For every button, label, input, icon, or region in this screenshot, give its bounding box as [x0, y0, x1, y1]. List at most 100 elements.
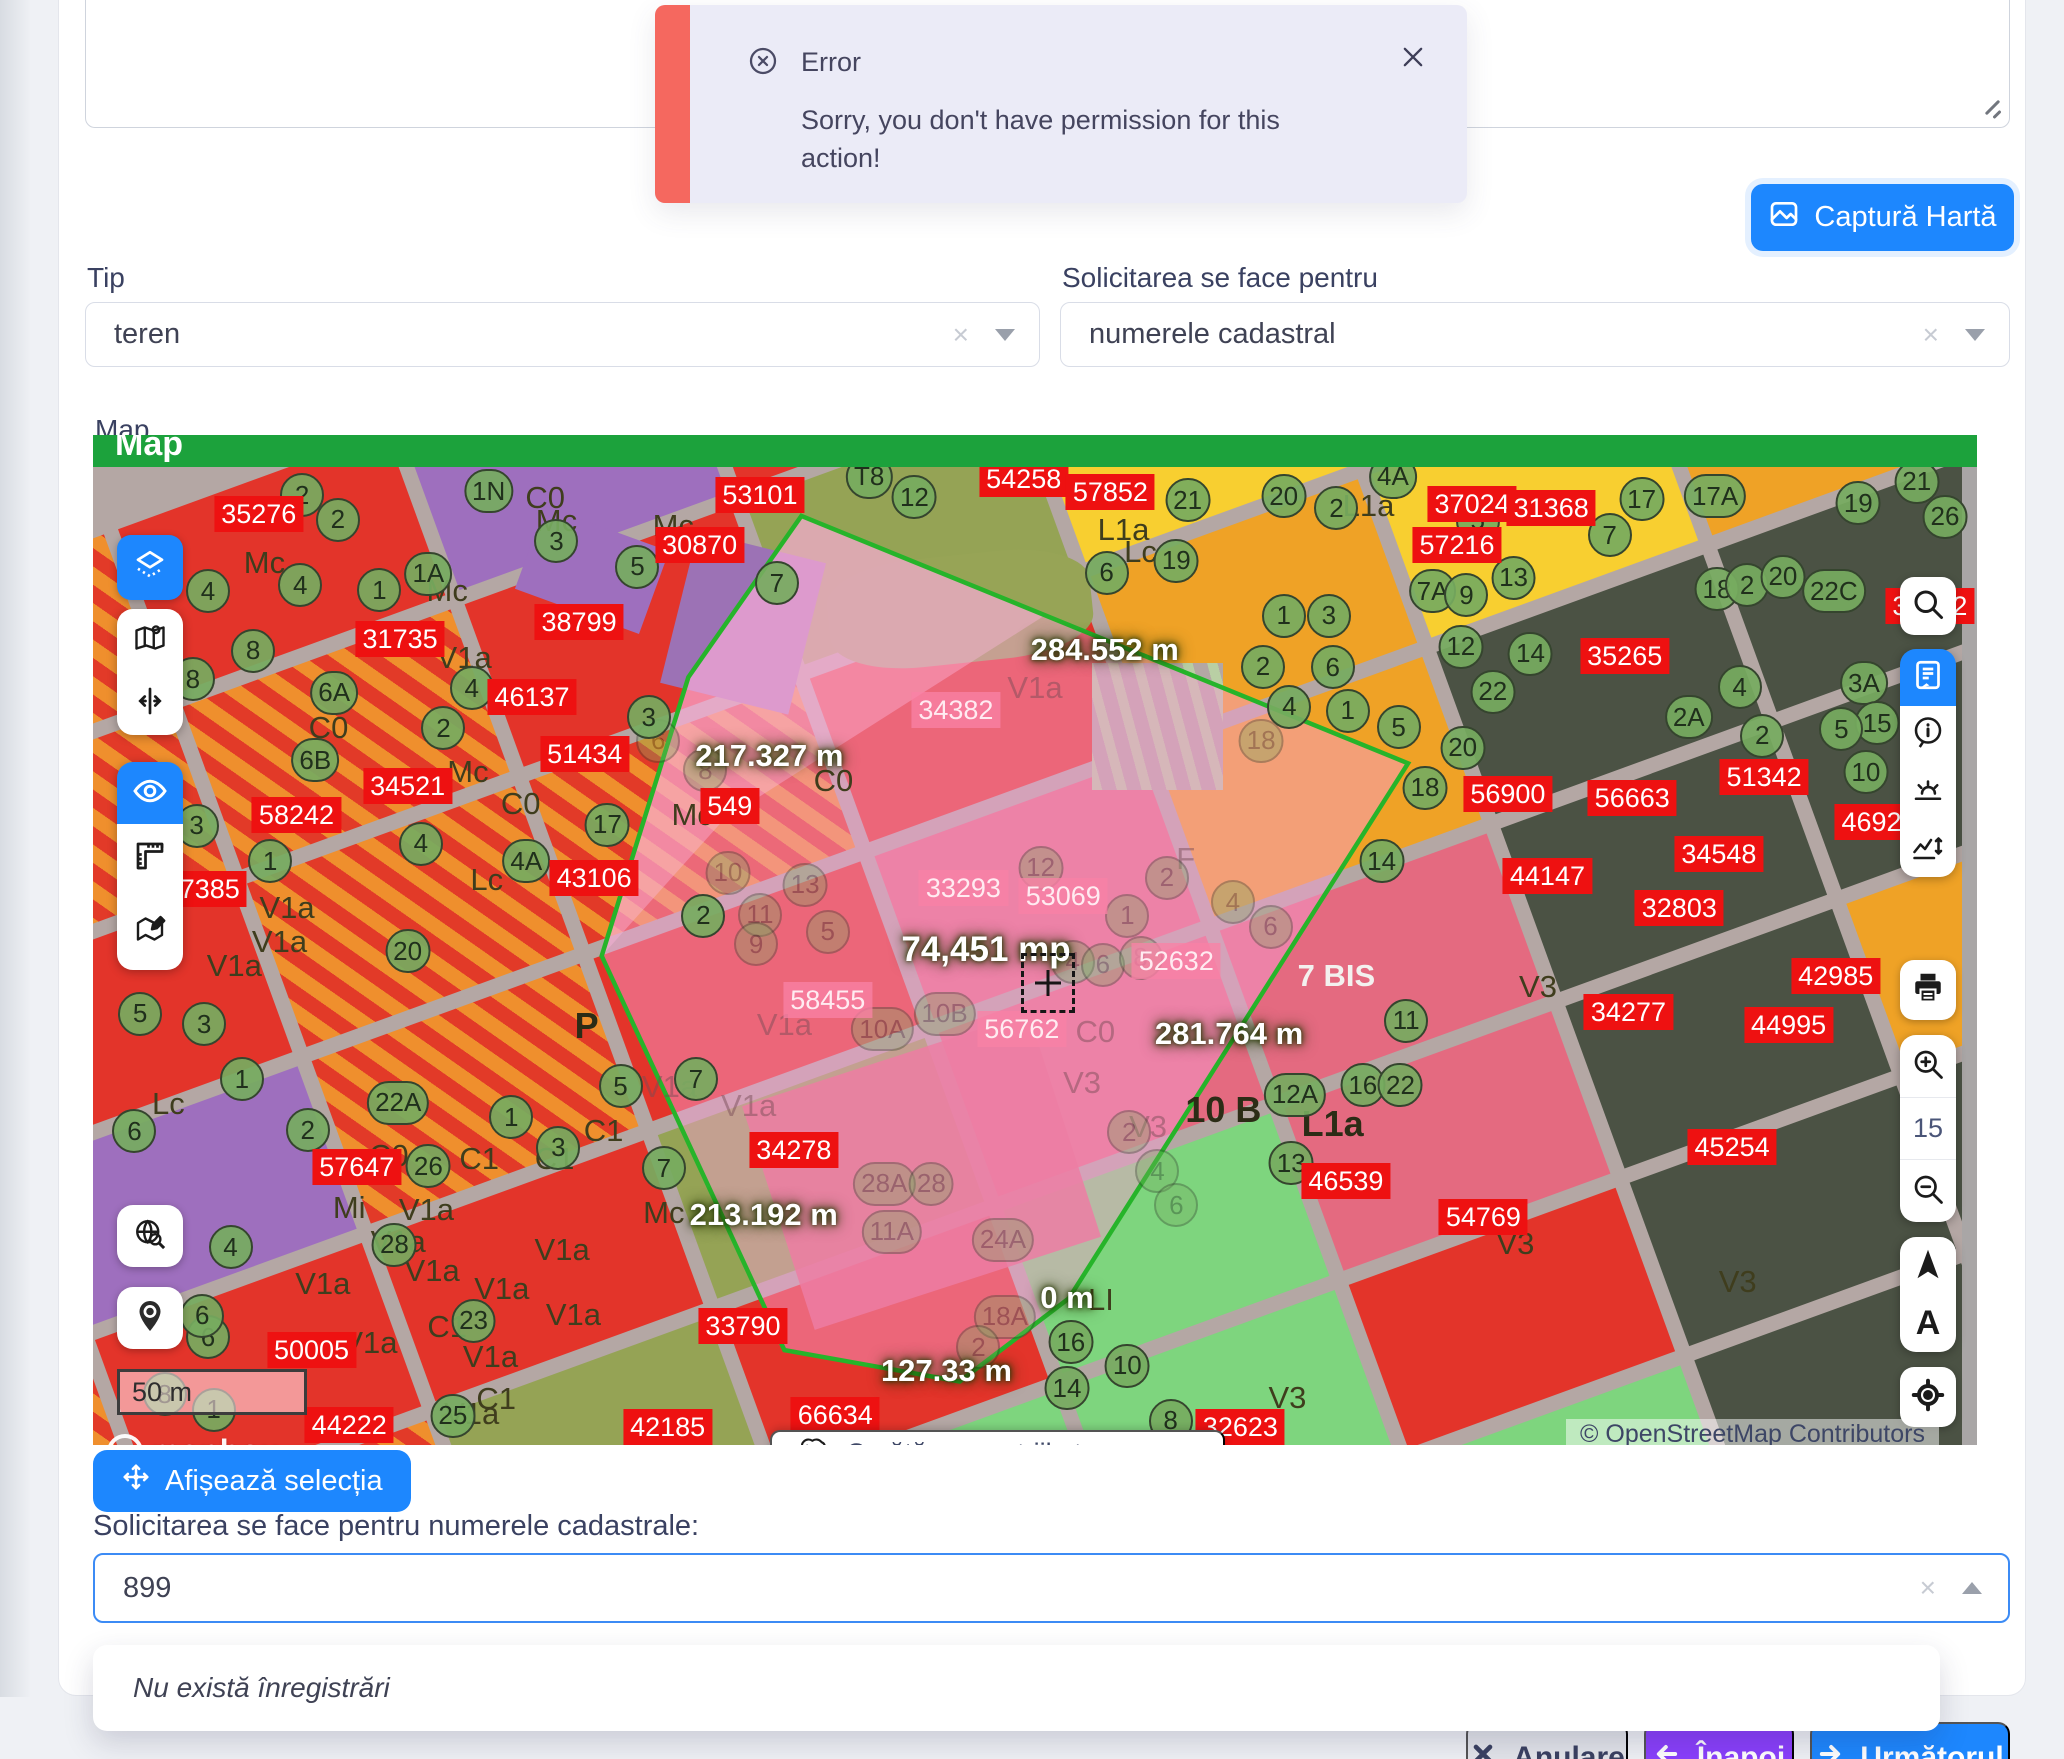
- map-marker[interactable]: 4: [1211, 880, 1255, 924]
- map-marker[interactable]: 10: [705, 851, 750, 895]
- map-marker[interactable]: 19: [1836, 481, 1881, 525]
- map-marker[interactable]: 2: [1107, 1110, 1151, 1154]
- map-marker[interactable]: 4: [1267, 685, 1311, 729]
- search-button[interactable]: [1900, 577, 1956, 635]
- map-marker[interactable]: 11: [1384, 999, 1428, 1043]
- close-icon[interactable]: [1399, 43, 1427, 71]
- measure-button[interactable]: [117, 824, 183, 892]
- map-marker[interactable]: 6: [1311, 645, 1355, 689]
- labels-toggle-button[interactable]: A: [1900, 1295, 1956, 1352]
- map-marker[interactable]: 28: [372, 1223, 417, 1267]
- map-marker[interactable]: 3: [182, 1002, 226, 1046]
- map-marker[interactable]: 1: [248, 839, 292, 883]
- show-selection-button[interactable]: Afișează selecția: [93, 1450, 411, 1512]
- map-marker[interactable]: 25: [430, 1394, 475, 1438]
- map-marker[interactable]: 1N: [464, 469, 513, 513]
- mapbox-logo[interactable]: m mapbox: [107, 1433, 280, 1445]
- map-marker[interactable]: 14: [1045, 1366, 1090, 1410]
- map-marker[interactable]: 6: [180, 1294, 224, 1338]
- zoom-out-button[interactable]: [1900, 1160, 1956, 1222]
- map-marker[interactable]: 6: [1249, 905, 1293, 949]
- map-marker[interactable]: 20: [1261, 474, 1306, 518]
- map-marker[interactable]: 1A: [404, 552, 452, 596]
- sun-horizon-button[interactable]: [1900, 763, 1956, 820]
- map-style-button[interactable]: [117, 609, 183, 672]
- map-marker[interactable]: 2: [1740, 714, 1784, 758]
- geo-search-button[interactable]: [117, 1205, 183, 1267]
- draw-edit-button[interactable]: [117, 892, 183, 970]
- map-marker[interactable]: 6: [1081, 943, 1125, 987]
- map-marker[interactable]: 12: [892, 475, 937, 519]
- map-marker[interactable]: 7: [642, 1146, 686, 1190]
- map-marker[interactable]: 22A: [367, 1081, 429, 1125]
- map-marker[interactable]: 1: [357, 568, 401, 612]
- map-marker[interactable]: 10B: [913, 992, 975, 1036]
- map-marker[interactable]: 20: [385, 929, 430, 973]
- chevron-up-icon[interactable]: [1962, 1582, 1982, 1594]
- map-marker[interactable]: 9: [1444, 573, 1488, 617]
- resize-handle-icon[interactable]: [1982, 100, 2002, 120]
- map-marker[interactable]: 14: [1508, 632, 1553, 676]
- map-marker[interactable]: 28A: [853, 1162, 915, 1206]
- map-canvas[interactable]: 3527653101308705425857852370243136857216…: [93, 467, 1977, 1445]
- locate-button[interactable]: [1900, 1367, 1956, 1427]
- map-marker[interactable]: 17: [1619, 477, 1664, 521]
- map-marker[interactable]: 1: [1105, 894, 1149, 938]
- map-marker[interactable]: 2: [681, 894, 725, 938]
- map-marker[interactable]: 3: [536, 1126, 580, 1170]
- tip-select[interactable]: teren ×: [85, 302, 1040, 367]
- map-marker[interactable]: 6: [1085, 551, 1129, 595]
- map-marker[interactable]: 5: [118, 992, 162, 1036]
- map-marker[interactable]: 5: [1819, 707, 1863, 751]
- map-marker[interactable]: 2A: [1665, 695, 1713, 739]
- map-marker[interactable]: 22C: [1802, 569, 1866, 613]
- map-marker[interactable]: 2: [1241, 645, 1285, 689]
- map-marker[interactable]: 5: [1377, 705, 1421, 749]
- capture-map-button[interactable]: Captură Hartă: [1751, 184, 2014, 251]
- report-button[interactable]: [1900, 649, 1956, 706]
- map-marker[interactable]: 18: [1403, 766, 1448, 810]
- map-marker[interactable]: 19: [1154, 539, 1199, 583]
- map-marker[interactable]: 10: [1843, 750, 1888, 794]
- map-marker[interactable]: 10: [1105, 1344, 1150, 1388]
- map-marker[interactable]: 12: [1438, 625, 1483, 669]
- map-marker[interactable]: 4: [1718, 665, 1762, 709]
- map-marker[interactable]: 1: [1262, 594, 1306, 638]
- map-marker[interactable]: 5: [615, 545, 659, 589]
- clear-icon[interactable]: ×: [953, 319, 969, 351]
- map-marker[interactable]: 5: [599, 1064, 643, 1108]
- map-marker[interactable]: 21: [1165, 478, 1210, 522]
- map-marker[interactable]: 18: [1239, 719, 1284, 763]
- info-button[interactable]: [1900, 706, 1956, 763]
- map-marker[interactable]: 22: [1378, 1063, 1423, 1107]
- map-marker[interactable]: 26: [1923, 495, 1968, 539]
- map-marker[interactable]: 17: [585, 803, 630, 847]
- map-marker[interactable]: 4: [399, 822, 443, 866]
- map-marker[interactable]: 13: [783, 863, 828, 907]
- map-marker[interactable]: 17A: [1684, 474, 1746, 518]
- visibility-button[interactable]: [117, 762, 183, 824]
- clear-geometries-button[interactable]: Curăță geometriile temporare: [770, 1430, 1225, 1445]
- map-marker[interactable]: 22: [1470, 670, 1515, 714]
- map-marker[interactable]: 4: [209, 1225, 253, 1269]
- print-button[interactable]: [1900, 960, 1956, 1020]
- map-marker[interactable]: 6: [112, 1109, 156, 1153]
- map-marker[interactable]: 20: [1440, 726, 1485, 770]
- map-marker[interactable]: 2: [1145, 856, 1189, 900]
- map-marker[interactable]: 5: [806, 910, 850, 954]
- map-marker[interactable]: 20: [1760, 555, 1805, 599]
- map-marker[interactable]: 6B: [291, 738, 339, 782]
- map-marker[interactable]: 28: [909, 1162, 954, 1206]
- layers-button[interactable]: [117, 535, 183, 600]
- elevation-profile-button[interactable]: [1900, 820, 1956, 877]
- compass-button[interactable]: [1900, 1237, 1956, 1295]
- chevron-down-icon[interactable]: [1965, 329, 1985, 341]
- clear-icon[interactable]: ×: [1923, 319, 1939, 351]
- map-marker[interactable]: 2: [316, 498, 360, 542]
- map-marker[interactable]: 8: [231, 629, 275, 673]
- map-marker[interactable]: 4: [186, 569, 230, 613]
- map-marker[interactable]: 16: [1048, 1320, 1093, 1364]
- map-marker[interactable]: 12A: [1264, 1073, 1326, 1117]
- map-marker[interactable]: 4: [278, 563, 322, 607]
- map-marker[interactable]: 2: [286, 1108, 330, 1152]
